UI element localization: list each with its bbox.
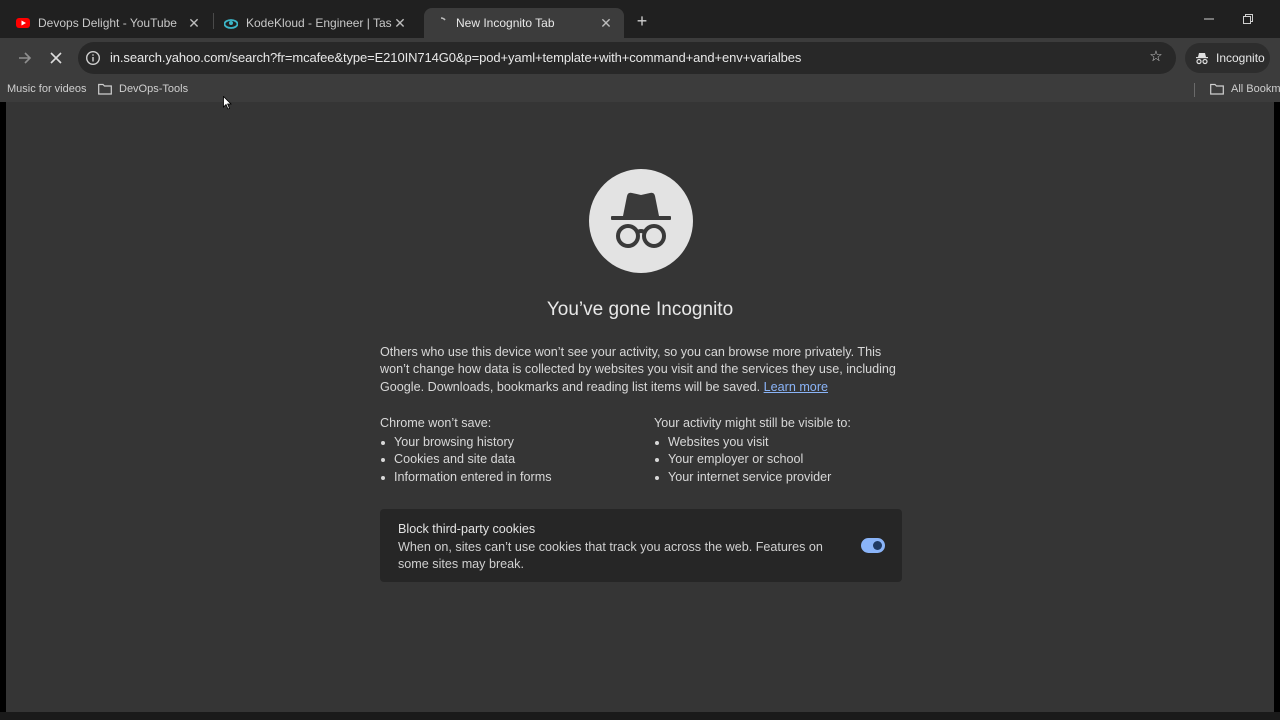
youtube-icon (16, 16, 30, 30)
incognito-icon (589, 169, 693, 273)
incognito-page: You’ve gone Incognito Others who use thi… (6, 102, 1274, 712)
url-text: in.search.yahoo.com/search?fr=mcafee&typ… (110, 50, 802, 65)
bookmark-folder-devops-tools[interactable]: DevOps-Tools (98, 83, 188, 95)
folder-icon (98, 83, 112, 95)
tab-new-incognito[interactable]: New Incognito Tab ✕ (424, 8, 624, 38)
list-item: Websites you visit (654, 434, 914, 451)
still-visible-column: Your activity might still be visible to:… (654, 416, 914, 486)
minimize-icon[interactable] (1200, 10, 1218, 28)
bookmark-star-icon[interactable]: ☆ (1148, 49, 1164, 65)
third-party-cookies-card: Block third-party cookies When on, sites… (380, 509, 902, 582)
page-title: You’ve gone Incognito (546, 299, 734, 320)
toolbar: in.search.yahoo.com/search?fr=mcafee&typ… (0, 38, 1280, 78)
close-icon[interactable]: ✕ (392, 15, 408, 31)
tab-kodekloud[interactable]: KodeKloud - Engineer | Task ✕ (214, 8, 418, 38)
cookie-card-title: Block third-party cookies (398, 522, 536, 536)
site-info-icon[interactable] (85, 50, 101, 66)
bookmark-label: DevOps-Tools (119, 83, 189, 95)
intro-paragraph: Others who use this device won’t see you… (380, 344, 910, 396)
close-icon[interactable]: ✕ (598, 15, 614, 31)
kodekloud-icon (224, 16, 238, 30)
list-item: Your browsing history (380, 434, 640, 451)
tab-devops-delight[interactable]: Devops Delight - YouTube ✕ (6, 8, 212, 38)
all-bookmarks-label: All Bookmarks (1231, 83, 1280, 95)
loading-spinner-icon (434, 16, 448, 30)
cookie-card-description: When on, sites can’t use cookies that tr… (398, 540, 823, 572)
tab-strip: Devops Delight - YouTube ✕ KodeKloud - E… (0, 0, 1280, 38)
wont-save-column: Chrome won’t save: Your browsing history… (380, 416, 640, 486)
block-cookies-toggle[interactable] (861, 538, 885, 553)
bookmark-label: Music for videos (7, 83, 87, 95)
new-tab-button[interactable]: + (632, 11, 652, 31)
bookmarks-divider (1194, 83, 1195, 97)
list-item: Your internet service provider (654, 469, 914, 486)
window-bottom-edge (0, 712, 1280, 720)
still-visible-heading: Your activity might still be visible to: (654, 416, 851, 430)
toggle-knob (873, 541, 882, 550)
mouse-cursor-icon (223, 96, 232, 110)
all-bookmarks-button[interactable]: All Bookmarks (1210, 83, 1280, 95)
learn-more-link[interactable]: Learn more (764, 380, 828, 394)
restore-icon[interactable] (1239, 10, 1257, 28)
bookmark-music-for-videos[interactable]: Music for videos (7, 83, 86, 95)
list-item: Cookies and site data (380, 451, 640, 468)
stop-loading-icon[interactable] (45, 47, 67, 69)
incognito-icon (1195, 51, 1209, 65)
folder-icon (1210, 83, 1224, 95)
tab-title: KodeKloud - Engineer | Task (246, 16, 392, 30)
wont-save-heading: Chrome won’t save: (380, 416, 492, 430)
list-item: Information entered in forms (380, 469, 640, 486)
list-item: Your employer or school (654, 451, 914, 468)
forward-arrow-icon[interactable] (14, 47, 36, 69)
tab-title: New Incognito Tab (456, 16, 555, 30)
bookmarks-bar: Music for videos DevOps-Tools All Bookma… (0, 78, 1280, 102)
incognito-label: Incognito (1216, 51, 1265, 65)
close-icon[interactable]: ✕ (186, 15, 202, 31)
tab-title: Devops Delight - YouTube (38, 16, 177, 30)
incognito-profile-button[interactable]: Incognito (1185, 43, 1270, 73)
address-bar[interactable]: in.search.yahoo.com/search?fr=mcafee&typ… (78, 42, 1176, 74)
